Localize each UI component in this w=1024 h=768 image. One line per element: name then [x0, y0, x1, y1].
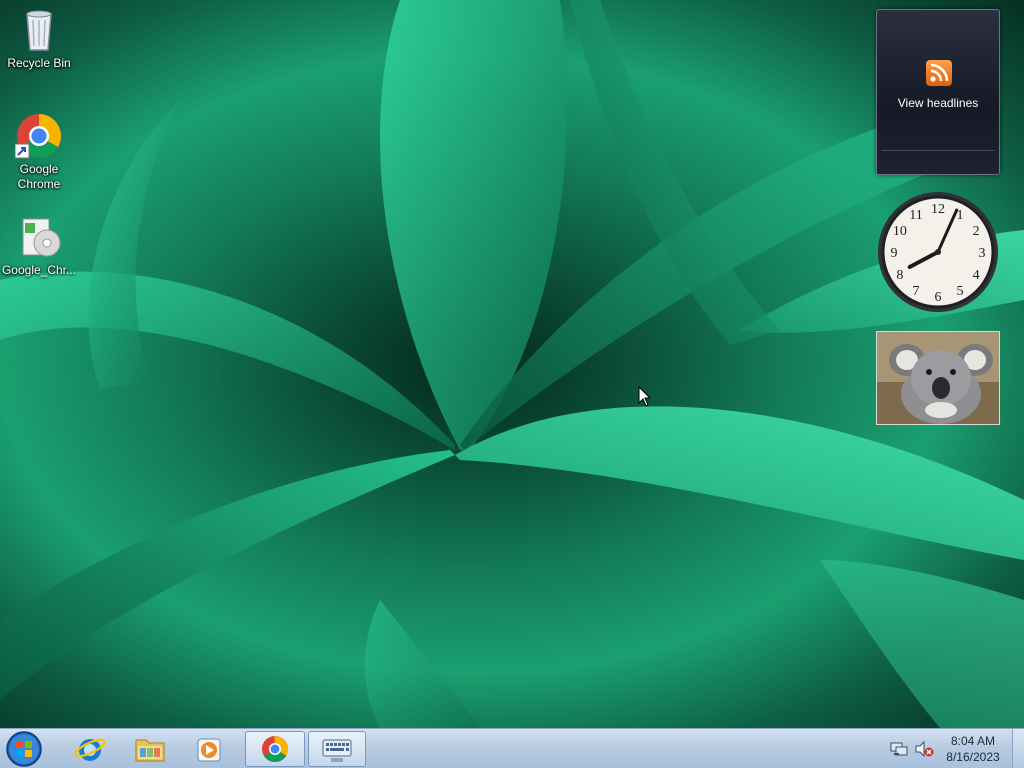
taskbar-on-screen-keyboard[interactable]	[308, 731, 366, 767]
gadget-divider	[881, 150, 995, 151]
clock-date: 8/16/2023	[946, 750, 1000, 764]
taskbar-windows-explorer[interactable]	[122, 731, 178, 767]
network-icon[interactable]	[890, 741, 908, 757]
clock-numeral: 11	[909, 208, 922, 223]
desktop: Recycle Bin Google Chrome Google_Chr... …	[0, 0, 1024, 728]
clock-numeral: 6	[935, 290, 942, 305]
taskbar: 8:04 AM 8/16/2023	[0, 728, 1024, 768]
chrome-icon	[14, 112, 63, 160]
koala-photo	[877, 332, 999, 424]
desktop-icon-label: Recycle Bin	[7, 56, 71, 70]
show-desktop-button[interactable]	[1012, 729, 1024, 768]
view-headlines-link[interactable]: View headlines	[877, 96, 999, 110]
taskbar-internet-explorer[interactable]	[62, 731, 118, 767]
feed-headlines-gadget[interactable]: View headlines	[876, 9, 1000, 175]
rss-icon	[926, 60, 952, 86]
clock-numeral: 9	[891, 246, 898, 261]
start-button[interactable]	[4, 730, 44, 768]
media-player-icon	[197, 738, 221, 762]
installer-icon	[15, 213, 63, 261]
desktop-icon-google-chrome[interactable]: Google Chrome	[1, 112, 77, 192]
clock-numeral: 10	[893, 224, 907, 239]
desktop-icon-label: Google_Chr...	[1, 263, 77, 277]
taskbar-clock[interactable]: 8:04 AM 8/16/2023	[940, 733, 1006, 765]
ie-icon	[74, 738, 106, 761]
taskbar-google-chrome[interactable]	[245, 731, 305, 767]
mouse-cursor-icon	[638, 386, 652, 407]
folder-icon	[135, 739, 165, 762]
clock-numeral: 5	[957, 284, 964, 299]
clock-numeral: 3	[979, 246, 986, 261]
volume-muted-icon[interactable]	[914, 741, 934, 757]
clock-numeral: 4	[973, 268, 980, 283]
wallpaper	[0, 0, 1024, 728]
clock-time: 8:04 AM	[950, 734, 996, 748]
clock-numeral: 12	[931, 202, 945, 217]
slideshow-gadget[interactable]	[876, 331, 1000, 425]
clock-numeral: 2	[973, 224, 980, 239]
clock-numeral: 7	[913, 284, 920, 299]
desktop-icon-label: Google Chrome	[17, 162, 61, 191]
windows-start-icon	[6, 731, 42, 767]
clock-numeral: 8	[896, 268, 903, 283]
desktop-icon-recycle-bin[interactable]: Recycle Bin	[1, 6, 77, 71]
desktop-icon-chrome-installer[interactable]: Google_Chr...	[1, 213, 77, 278]
keyboard-icon	[322, 739, 352, 762]
clock-gadget[interactable]: 12 1 2 3 4 5 6 7 8 9 10 11	[876, 190, 1000, 314]
chrome-icon	[262, 735, 288, 763]
recycle-bin-icon	[15, 6, 63, 54]
taskbar-media-player[interactable]	[182, 731, 238, 767]
